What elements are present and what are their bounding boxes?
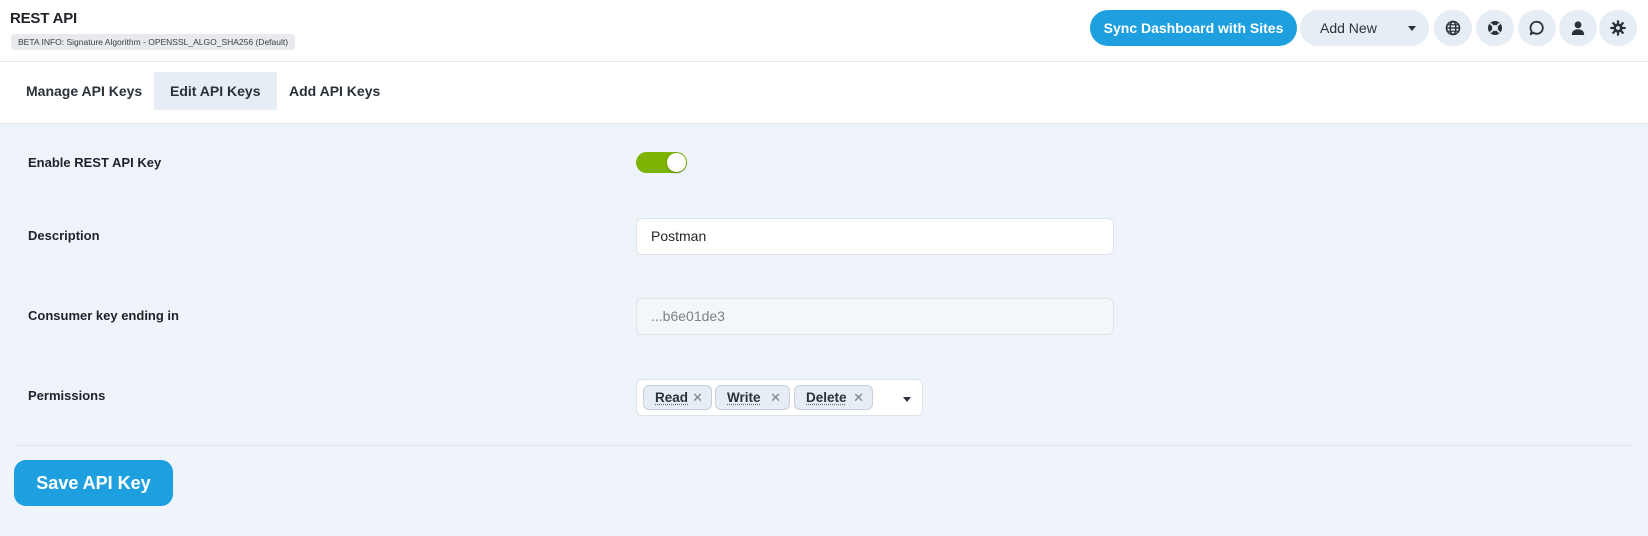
settings-button[interactable] [1599, 10, 1637, 46]
description-label: Description [28, 228, 100, 243]
lifebuoy-icon [1488, 21, 1502, 35]
permission-chip-label: Read [655, 390, 689, 405]
help-button[interactable] [1476, 10, 1514, 46]
description-input[interactable]: Postman [636, 218, 1114, 255]
permission-chip-read[interactable]: Read ✕ [643, 385, 712, 410]
chat-button[interactable] [1518, 10, 1556, 46]
remove-icon[interactable]: ✕ [692, 386, 703, 409]
permission-chip-label: Write [727, 390, 761, 405]
globe-icon [1445, 20, 1461, 36]
add-new-dropdown[interactable]: Add New [1300, 10, 1429, 46]
tab-manage-api-keys[interactable]: Manage API Keys [10, 72, 158, 110]
tab-add-api-keys[interactable]: Add API Keys [273, 72, 396, 110]
caret-down-icon[interactable] [903, 397, 911, 402]
permissions-select[interactable]: Read ✕ Write ✕ Delete ✕ [636, 379, 923, 416]
permission-chip-delete[interactable]: Delete ✕ [794, 385, 873, 410]
sync-dashboard-button[interactable]: Sync Dashboard with Sites [1090, 10, 1297, 46]
caret-down-icon [1408, 26, 1416, 31]
beta-info-badge: BETA INFO: Signature Algorithm - OPENSSL… [11, 34, 296, 50]
toggle-knob [667, 153, 686, 172]
permission-chip-write[interactable]: Write ✕ [715, 385, 790, 410]
remove-icon[interactable]: ✕ [770, 386, 781, 409]
top-bar: REST API BETA INFO: Signature Algorithm … [0, 0, 1648, 62]
add-new-label: Add New [1320, 20, 1377, 36]
page-title: REST API [10, 10, 78, 27]
profile-button[interactable] [1559, 10, 1597, 46]
save-api-key-button[interactable]: Save API Key [14, 460, 173, 506]
globe-button[interactable] [1434, 10, 1472, 46]
permission-chip-label: Delete [806, 390, 847, 405]
user-icon [1571, 21, 1585, 35]
consumer-key-field: ...b6e01de3 [636, 298, 1114, 335]
enable-rest-api-key-toggle[interactable] [636, 152, 687, 173]
remove-icon[interactable]: ✕ [853, 386, 864, 409]
tab-bar: Manage API Keys Edit API Keys Add API Ke… [0, 62, 1648, 124]
consumer-key-label: Consumer key ending in [28, 308, 179, 323]
enable-rest-api-key-label: Enable REST API Key [28, 155, 162, 170]
tab-edit-api-keys[interactable]: Edit API Keys [154, 72, 277, 110]
chat-icon [1529, 20, 1544, 36]
settings-icon [1610, 20, 1626, 36]
permissions-label: Permissions [28, 388, 106, 403]
form-divider [14, 445, 1634, 446]
